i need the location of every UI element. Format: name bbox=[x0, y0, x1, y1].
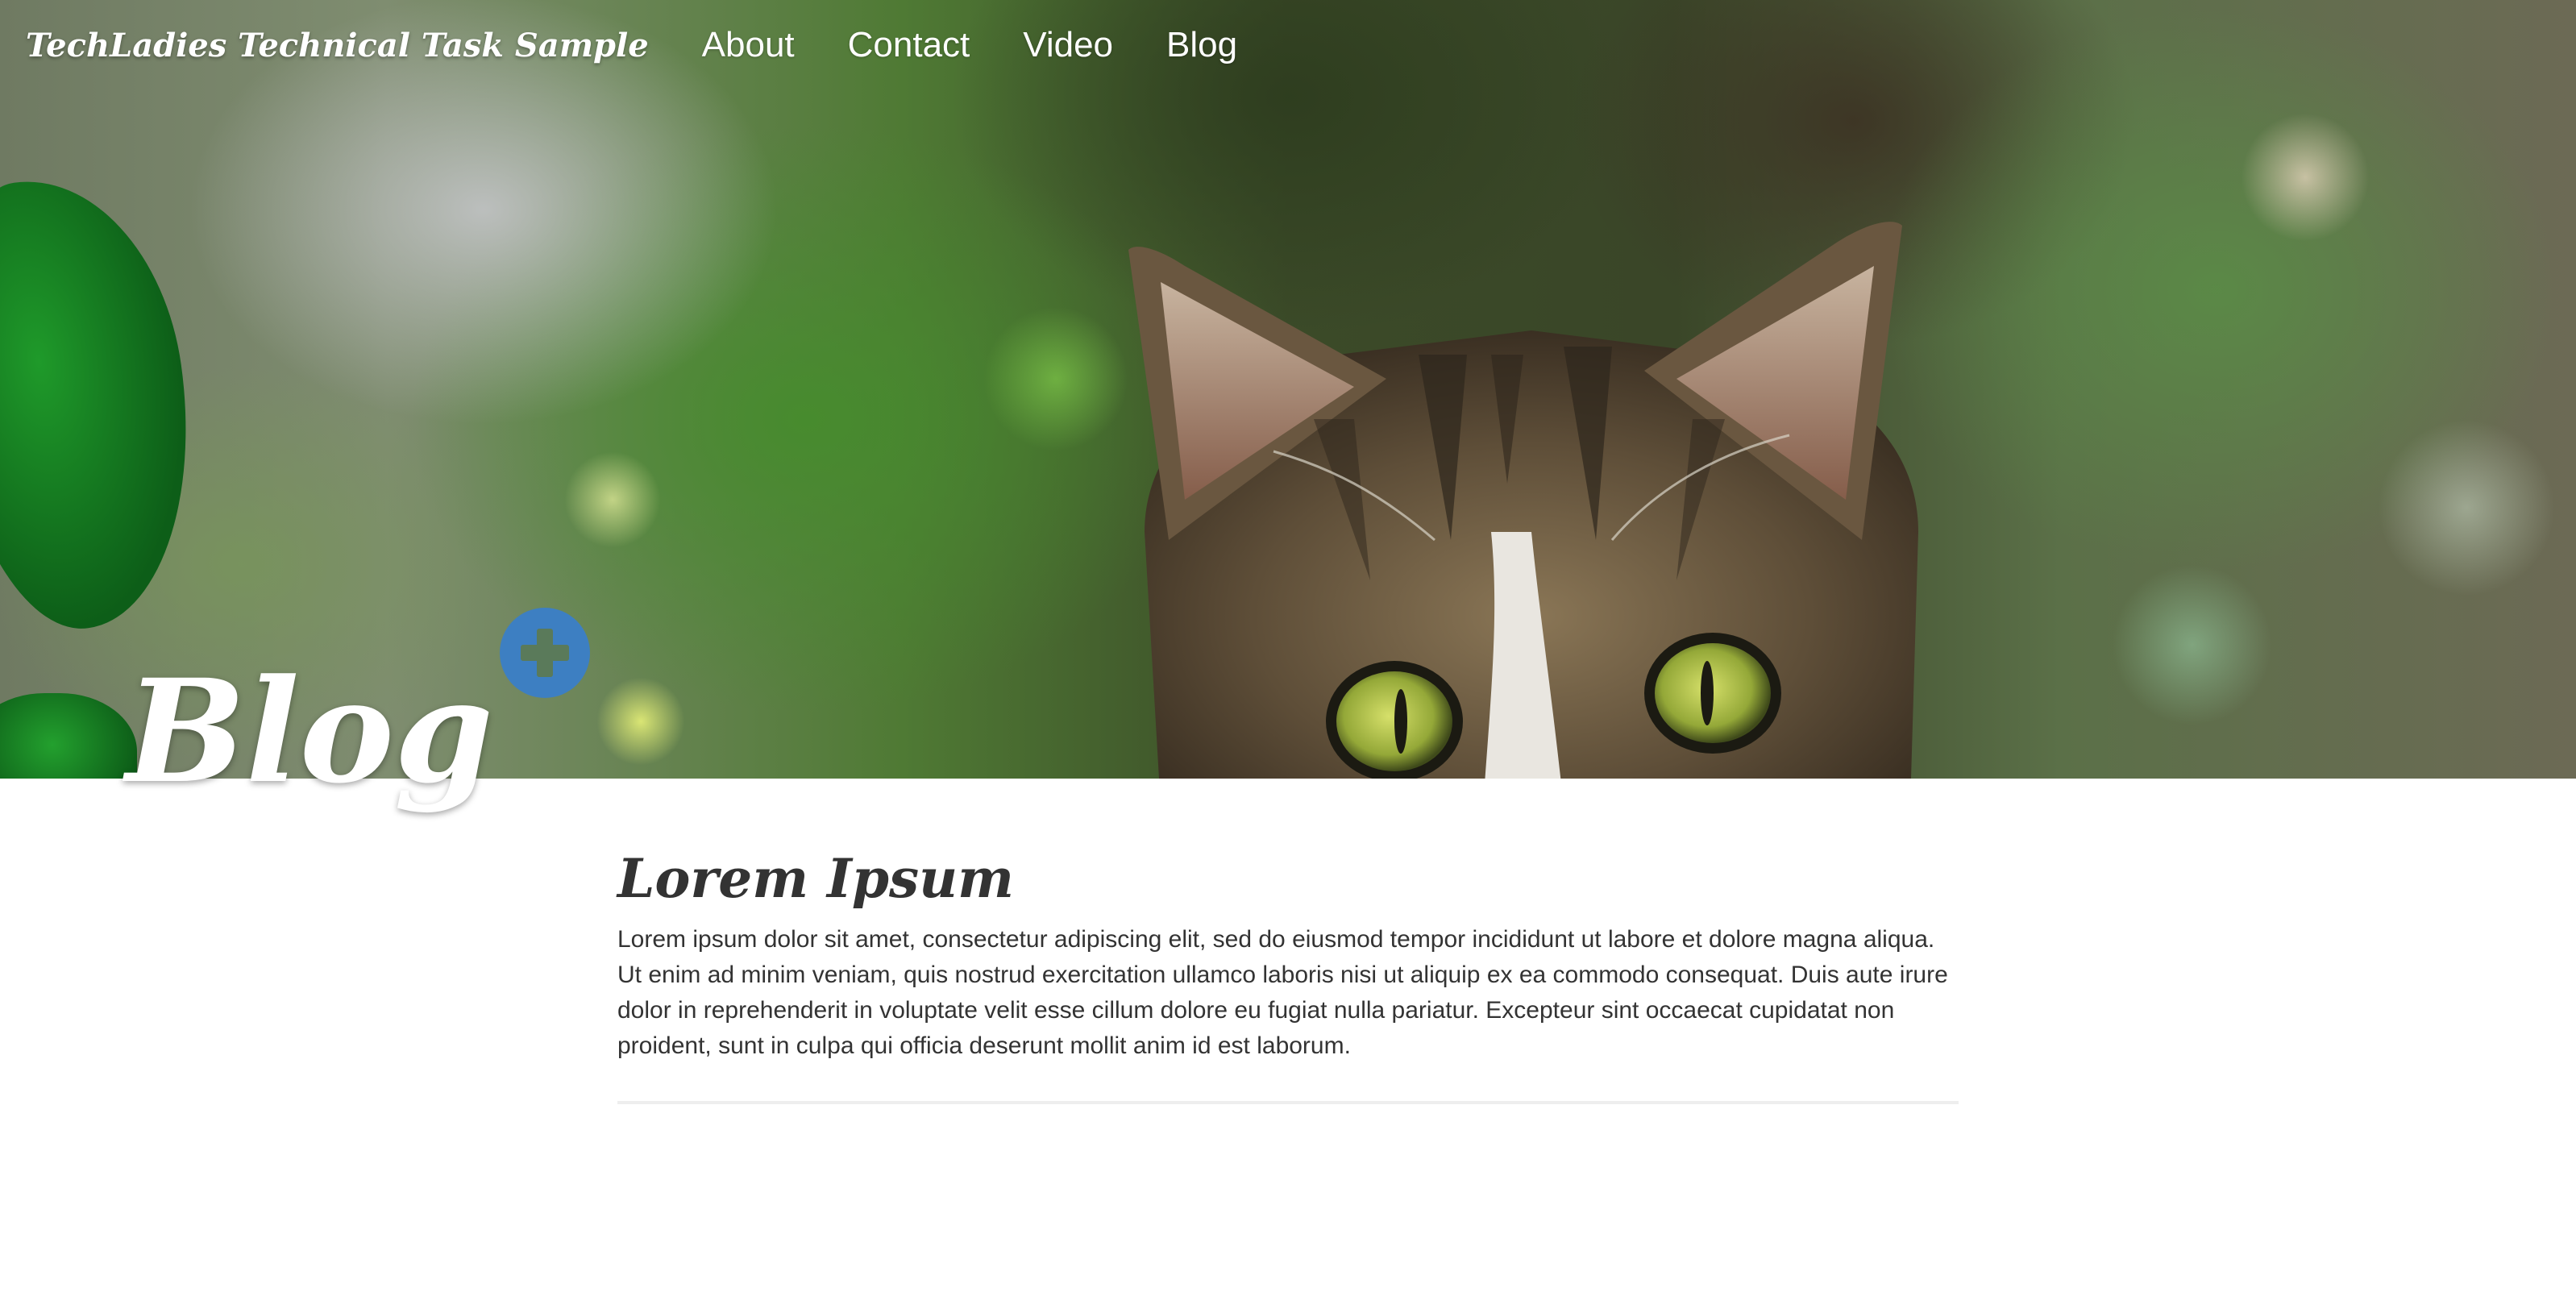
add-post-button[interactable] bbox=[500, 608, 590, 698]
page-title: Blog bbox=[126, 647, 494, 815]
bokeh-light bbox=[2112, 564, 2273, 725]
brand-logo[interactable]: TechLadies Technical Task Sample bbox=[26, 27, 649, 64]
bokeh-light bbox=[596, 677, 685, 766]
nav-link-about[interactable]: About bbox=[702, 25, 795, 65]
bokeh-light bbox=[564, 451, 661, 548]
post-body: Lorem ipsum dolor sit amet, consectetur … bbox=[617, 926, 1948, 1059]
plus-icon bbox=[521, 629, 569, 677]
post-divider bbox=[617, 1101, 1959, 1104]
bokeh-light bbox=[2378, 419, 2555, 596]
nav-link-blog[interactable]: Blog bbox=[1166, 25, 1237, 65]
nav-link-video[interactable]: Video bbox=[1023, 25, 1113, 65]
top-navbar: TechLadies Technical Task Sample About C… bbox=[0, 0, 2576, 90]
cat-image bbox=[1128, 222, 1918, 779]
post-title: Lorem Ipsum bbox=[617, 847, 1015, 910]
bokeh-light bbox=[2241, 113, 2370, 242]
nav-link-contact[interactable]: Contact bbox=[848, 25, 970, 65]
bokeh-light bbox=[983, 306, 1128, 451]
blog-post: Lorem Ipsum Lorem ipsum dolor sit amet, … bbox=[617, 838, 1959, 1104]
leaf-shape bbox=[0, 693, 137, 779]
leaf-shape bbox=[0, 163, 216, 643]
